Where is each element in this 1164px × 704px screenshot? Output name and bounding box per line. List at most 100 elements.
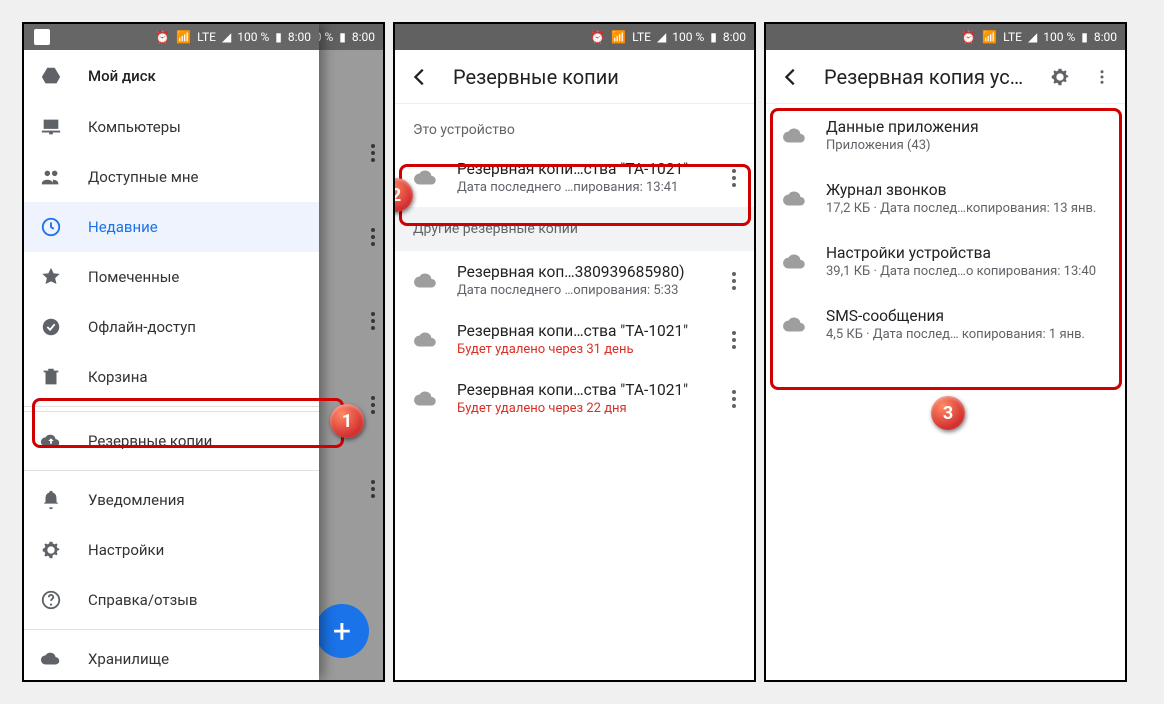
backup-title: Резервная коп…380939685980) xyxy=(457,263,704,281)
status-time: 8:00 xyxy=(723,30,746,44)
detail-title: SMS-сообщения xyxy=(826,307,1109,325)
alarm-icon: ⏰ xyxy=(155,30,170,44)
backup-detail-row[interactable]: Данные приложения Приложения (43) xyxy=(766,104,1125,167)
drawer-item-trash[interactable]: Корзина xyxy=(24,352,319,402)
offline-icon xyxy=(40,316,62,338)
wifi-icon: 📶 xyxy=(611,30,626,44)
drawer-item-label: Справка/отзыв xyxy=(88,591,197,609)
backup-row[interactable]: Резервная коп…380939685980) Дата последне… xyxy=(395,251,754,310)
drawer-item-label: Компьютеры xyxy=(88,118,181,136)
status-bar: ⏰ 📶 LTE ◢ 100 % ▮ 8:00 xyxy=(24,24,319,50)
back-icon[interactable] xyxy=(409,66,431,88)
status-time: 8:00 xyxy=(1094,30,1117,44)
backup-row[interactable]: Резервная копи…ства "TA-1021"Будет удале… xyxy=(395,310,754,369)
drawer-item-label: Хранилище xyxy=(88,650,169,668)
lte-label: LTE xyxy=(632,30,651,44)
drawer-item-bell[interactable]: Уведомления xyxy=(24,475,319,525)
wifi-icon: 📶 xyxy=(982,30,997,44)
lte-label: LTE xyxy=(197,30,216,44)
backup-detail-row[interactable]: Журнал звонков 17,2 КБ · Дата послед…копи… xyxy=(766,167,1125,230)
screen-1: ⏰ 📶 LTE ◢ 100 % ▮ 8:00 + ⏰ 📶 LTE ◢ 100 %… xyxy=(22,22,385,682)
status-time: 8:00 xyxy=(288,30,311,44)
lte-label: LTE xyxy=(1003,30,1022,44)
trash-icon xyxy=(40,366,62,388)
drawer-item-star[interactable]: Помеченные xyxy=(24,252,319,302)
battery-icon: ▮ xyxy=(710,30,717,44)
drive-icon xyxy=(40,65,62,87)
fab-add[interactable]: + xyxy=(315,604,369,658)
bell-icon xyxy=(40,489,62,511)
battery-text: 100 % xyxy=(672,30,704,44)
detail-title: Данные приложения xyxy=(826,118,1109,136)
monitor-icon xyxy=(40,116,62,138)
drawer-item-people[interactable]: Доступные мне xyxy=(24,152,319,202)
backup-detail-row[interactable]: SMS-сообщения 4,5 КБ · Дата послед… копир… xyxy=(766,293,1125,356)
cloud-icon xyxy=(413,268,439,294)
cloud-icon xyxy=(413,165,439,191)
more-icon[interactable] xyxy=(722,327,746,353)
signal-icon: ◢ xyxy=(222,30,231,44)
battery-text: 100 % xyxy=(1043,30,1075,44)
battery-icon: ▮ xyxy=(275,30,282,44)
drawer-item-label: Корзина xyxy=(88,368,148,386)
backup-title: Резервная копи…ства "TA-1021" xyxy=(457,381,704,399)
people-icon xyxy=(40,166,62,188)
drawer-item-gear[interactable]: Настройки xyxy=(24,525,319,575)
status-time: 8:00 xyxy=(352,30,375,44)
backup-subtitle: Дата последнего …пирования: 13:41 xyxy=(457,180,704,195)
detail-subtitle: 4,5 КБ · Дата послед… копирования: 1 янв… xyxy=(826,327,1109,342)
screen-3: ⏰ 📶 LTE ◢ 100 % ▮ 8:00 Резервная копия у… xyxy=(764,22,1127,682)
detail-title: Журнал звонков xyxy=(826,181,1109,199)
battery-icon: ▮ xyxy=(1081,30,1088,44)
drawer-item-label: Недавние xyxy=(88,218,158,236)
nav-drawer: ⏰ 📶 LTE ◢ 100 % ▮ 8:00 Мой диск Компьютер… xyxy=(24,24,319,680)
page-title: Резервные копии xyxy=(453,65,740,89)
signal-icon: ◢ xyxy=(657,30,666,44)
drawer-header[interactable]: Мой диск xyxy=(24,50,319,102)
app-logo-icon xyxy=(34,29,50,45)
clock-icon xyxy=(40,216,62,238)
drawer-item-monitor[interactable]: Компьютеры xyxy=(24,102,319,152)
backup-detail-row[interactable]: Настройки устройства39,1 КБ · Дата после… xyxy=(766,230,1125,293)
cloud-up-icon xyxy=(40,430,62,452)
more-icon[interactable] xyxy=(1093,66,1111,88)
backup-title: Резервная копи…ства "TA-1021" xyxy=(457,322,704,340)
detail-subtitle: 17,2 КБ · Дата послед…копирования: 13 ян… xyxy=(826,201,1109,216)
page-title: Резервная копия ус… xyxy=(824,65,1027,89)
app-bar: Резервные копии xyxy=(395,50,754,104)
back-icon[interactable] xyxy=(780,66,802,88)
signal-icon: ◢ xyxy=(1028,30,1037,44)
gear-icon[interactable] xyxy=(1049,66,1071,88)
drawer-item-help[interactable]: Справка/отзыв xyxy=(24,575,319,625)
screen-2: ⏰ 📶 LTE ◢ 100 % ▮ 8:00 Резервные копии Э… xyxy=(393,22,756,682)
alarm-icon: ⏰ xyxy=(961,30,976,44)
cloud-icon xyxy=(782,123,808,149)
drawer-item-cloud-up[interactable]: Резервные копии xyxy=(24,416,319,466)
drawer-item-cloud[interactable]: Хранилище xyxy=(24,634,319,680)
drawer-item-label: Доступные мне xyxy=(88,168,198,186)
drawer-item-label: Офлайн-доступ xyxy=(88,318,196,336)
cloud-icon xyxy=(413,327,439,353)
cloud-icon xyxy=(40,648,62,670)
battery-icon: ▮ xyxy=(339,30,346,44)
backup-row-this-device[interactable]: Резервная копи…ства "TA-1021" Дата после… xyxy=(395,148,754,207)
drawer-item-label: Помеченные xyxy=(88,268,179,286)
gear-icon xyxy=(40,539,62,561)
backup-row[interactable]: Резервная копи…ства "TA-1021"Будет удале… xyxy=(395,369,754,428)
backup-subtitle: Дата последнего …опирования: 5:33 xyxy=(457,283,704,298)
cloud-icon xyxy=(782,312,808,338)
cloud-icon xyxy=(782,186,808,212)
cloud-icon xyxy=(782,249,808,275)
detail-title: Настройки устройства xyxy=(826,244,1109,262)
app-bar: Резервная копия ус… xyxy=(766,50,1125,104)
status-bar: ⏰ 📶 LTE ◢ 100 % ▮ 8:00 xyxy=(766,24,1125,50)
cloud-icon xyxy=(413,386,439,412)
detail-subtitle: Приложения (43) xyxy=(826,138,1109,153)
more-icon[interactable] xyxy=(722,165,746,191)
backup-title: Резервная копи…ства "TA-1021" xyxy=(457,160,704,178)
more-icon[interactable] xyxy=(722,268,746,294)
battery-text: 100 % xyxy=(237,30,269,44)
more-icon[interactable] xyxy=(722,386,746,412)
drawer-item-clock[interactable]: Недавние xyxy=(24,202,319,252)
drawer-item-offline[interactable]: Офлайн-доступ xyxy=(24,302,319,352)
